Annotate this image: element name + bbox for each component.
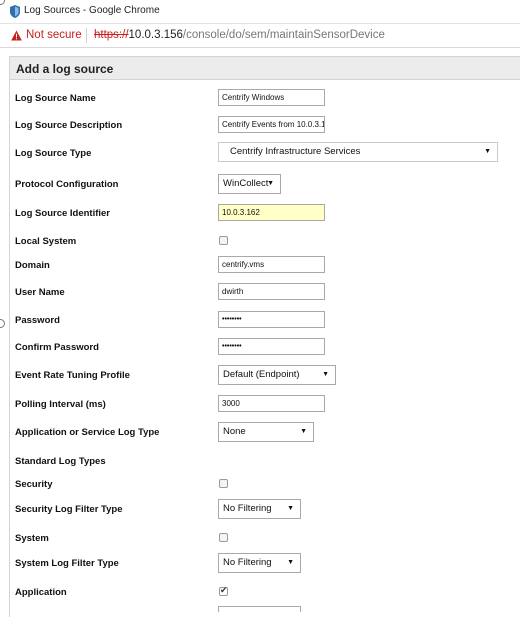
application-log-filter-type-select[interactable] xyxy=(218,606,301,612)
window-title-bar: Log Sources - Google Chrome xyxy=(0,0,520,24)
standard-log-types-label: Standard Log Types xyxy=(15,456,106,467)
protocol-configuration-value: WinCollect xyxy=(223,178,269,189)
security-label: Security xyxy=(15,479,53,490)
polling-interval-label: Polling Interval (ms) xyxy=(15,399,106,410)
event-rate-tuning-profile-select[interactable]: Default (Endpoint) ▼ xyxy=(218,365,336,385)
window-side-marker xyxy=(0,319,5,328)
user-name-label: User Name xyxy=(15,287,65,298)
confirm-password-input[interactable]: •••••••• xyxy=(218,338,325,355)
log-source-name-input[interactable]: Centrify Windows xyxy=(218,89,325,106)
application-checkbox[interactable] xyxy=(219,585,228,596)
application-or-service-log-type-label: Application or Service Log Type xyxy=(15,427,160,438)
local-system-label: Local System xyxy=(15,236,77,247)
url-text[interactable]: https://10.0.3.156/console/do/sem/mainta… xyxy=(94,29,385,41)
caret-down-icon: ▼ xyxy=(287,559,294,566)
application-or-service-log-type-value: None xyxy=(223,426,246,437)
polling-interval-input[interactable]: 3000 xyxy=(218,395,325,412)
log-source-identifier-label: Log Source Identifier xyxy=(15,208,111,219)
log-source-type-value: Centrify Infrastructure Services xyxy=(230,146,361,157)
domain-label: Domain xyxy=(15,260,50,271)
local-system-checkbox[interactable] xyxy=(219,236,228,245)
not-secure-label[interactable]: Not secure xyxy=(26,29,82,41)
url-scheme: https:// xyxy=(94,29,129,41)
add-log-source-panel: Add a log source xyxy=(9,56,520,617)
panel-header: Add a log source xyxy=(10,57,520,80)
window-title: Log Sources - Google Chrome xyxy=(24,5,160,16)
log-source-description-label: Log Source Description xyxy=(15,120,123,131)
protocol-configuration-label: Protocol Configuration xyxy=(15,179,119,190)
system-log-filter-type-label: System Log Filter Type xyxy=(15,558,119,569)
domain-input[interactable]: centrify.vms xyxy=(218,256,325,273)
caret-down-icon: ▼ xyxy=(287,505,294,512)
confirm-password-label: Confirm Password xyxy=(15,342,99,353)
log-sources-favicon-icon xyxy=(10,5,20,18)
password-label: Password xyxy=(15,315,60,326)
system-log-filter-type-value: No Filtering xyxy=(223,557,272,568)
url-host: 10.0.3.156 xyxy=(128,29,183,41)
panel-title: Add a log source xyxy=(16,62,114,76)
security-log-filter-type-select[interactable]: No Filtering ▼ xyxy=(218,499,301,519)
event-rate-tuning-profile-value: Default (Endpoint) xyxy=(223,369,300,380)
address-separator xyxy=(86,28,87,43)
security-log-filter-type-label: Security Log Filter Type xyxy=(15,504,123,515)
log-source-name-label: Log Source Name xyxy=(15,93,96,104)
url-path: /console/do/sem/maintainSensorDevice xyxy=(182,29,385,41)
log-source-type-label: Log Source Type xyxy=(15,148,92,159)
caret-down-icon: ▼ xyxy=(484,148,491,155)
log-source-description-input[interactable]: Centrify Events from 10.0.3.1 xyxy=(218,116,325,133)
system-checkbox[interactable] xyxy=(219,533,228,542)
log-source-type-select[interactable]: Centrify Infrastructure Services ▼ xyxy=(218,142,498,162)
caret-down-icon: ▼ xyxy=(267,180,274,187)
caret-down-icon: ▼ xyxy=(322,371,329,378)
security-checkbox[interactable] xyxy=(219,479,228,488)
warning-triangle-icon[interactable] xyxy=(11,30,22,41)
address-bar[interactable]: Not secure https://10.0.3.156/console/do… xyxy=(0,24,520,48)
log-source-identifier-input[interactable]: 10.0.3.162 xyxy=(218,204,325,221)
user-name-input[interactable]: dwirth xyxy=(218,283,325,300)
protocol-configuration-select[interactable]: WinCollect ▼ xyxy=(218,174,281,194)
system-label: System xyxy=(15,533,49,544)
application-or-service-log-type-select[interactable]: None ▼ xyxy=(218,422,314,442)
caret-down-icon: ▼ xyxy=(300,428,307,435)
system-log-filter-type-select[interactable]: No Filtering ▼ xyxy=(218,553,301,573)
password-input[interactable]: •••••••• xyxy=(218,311,325,328)
application-label: Application xyxy=(15,587,67,598)
security-log-filter-type-value: No Filtering xyxy=(223,503,272,514)
event-rate-tuning-profile-label: Event Rate Tuning Profile xyxy=(15,370,130,381)
